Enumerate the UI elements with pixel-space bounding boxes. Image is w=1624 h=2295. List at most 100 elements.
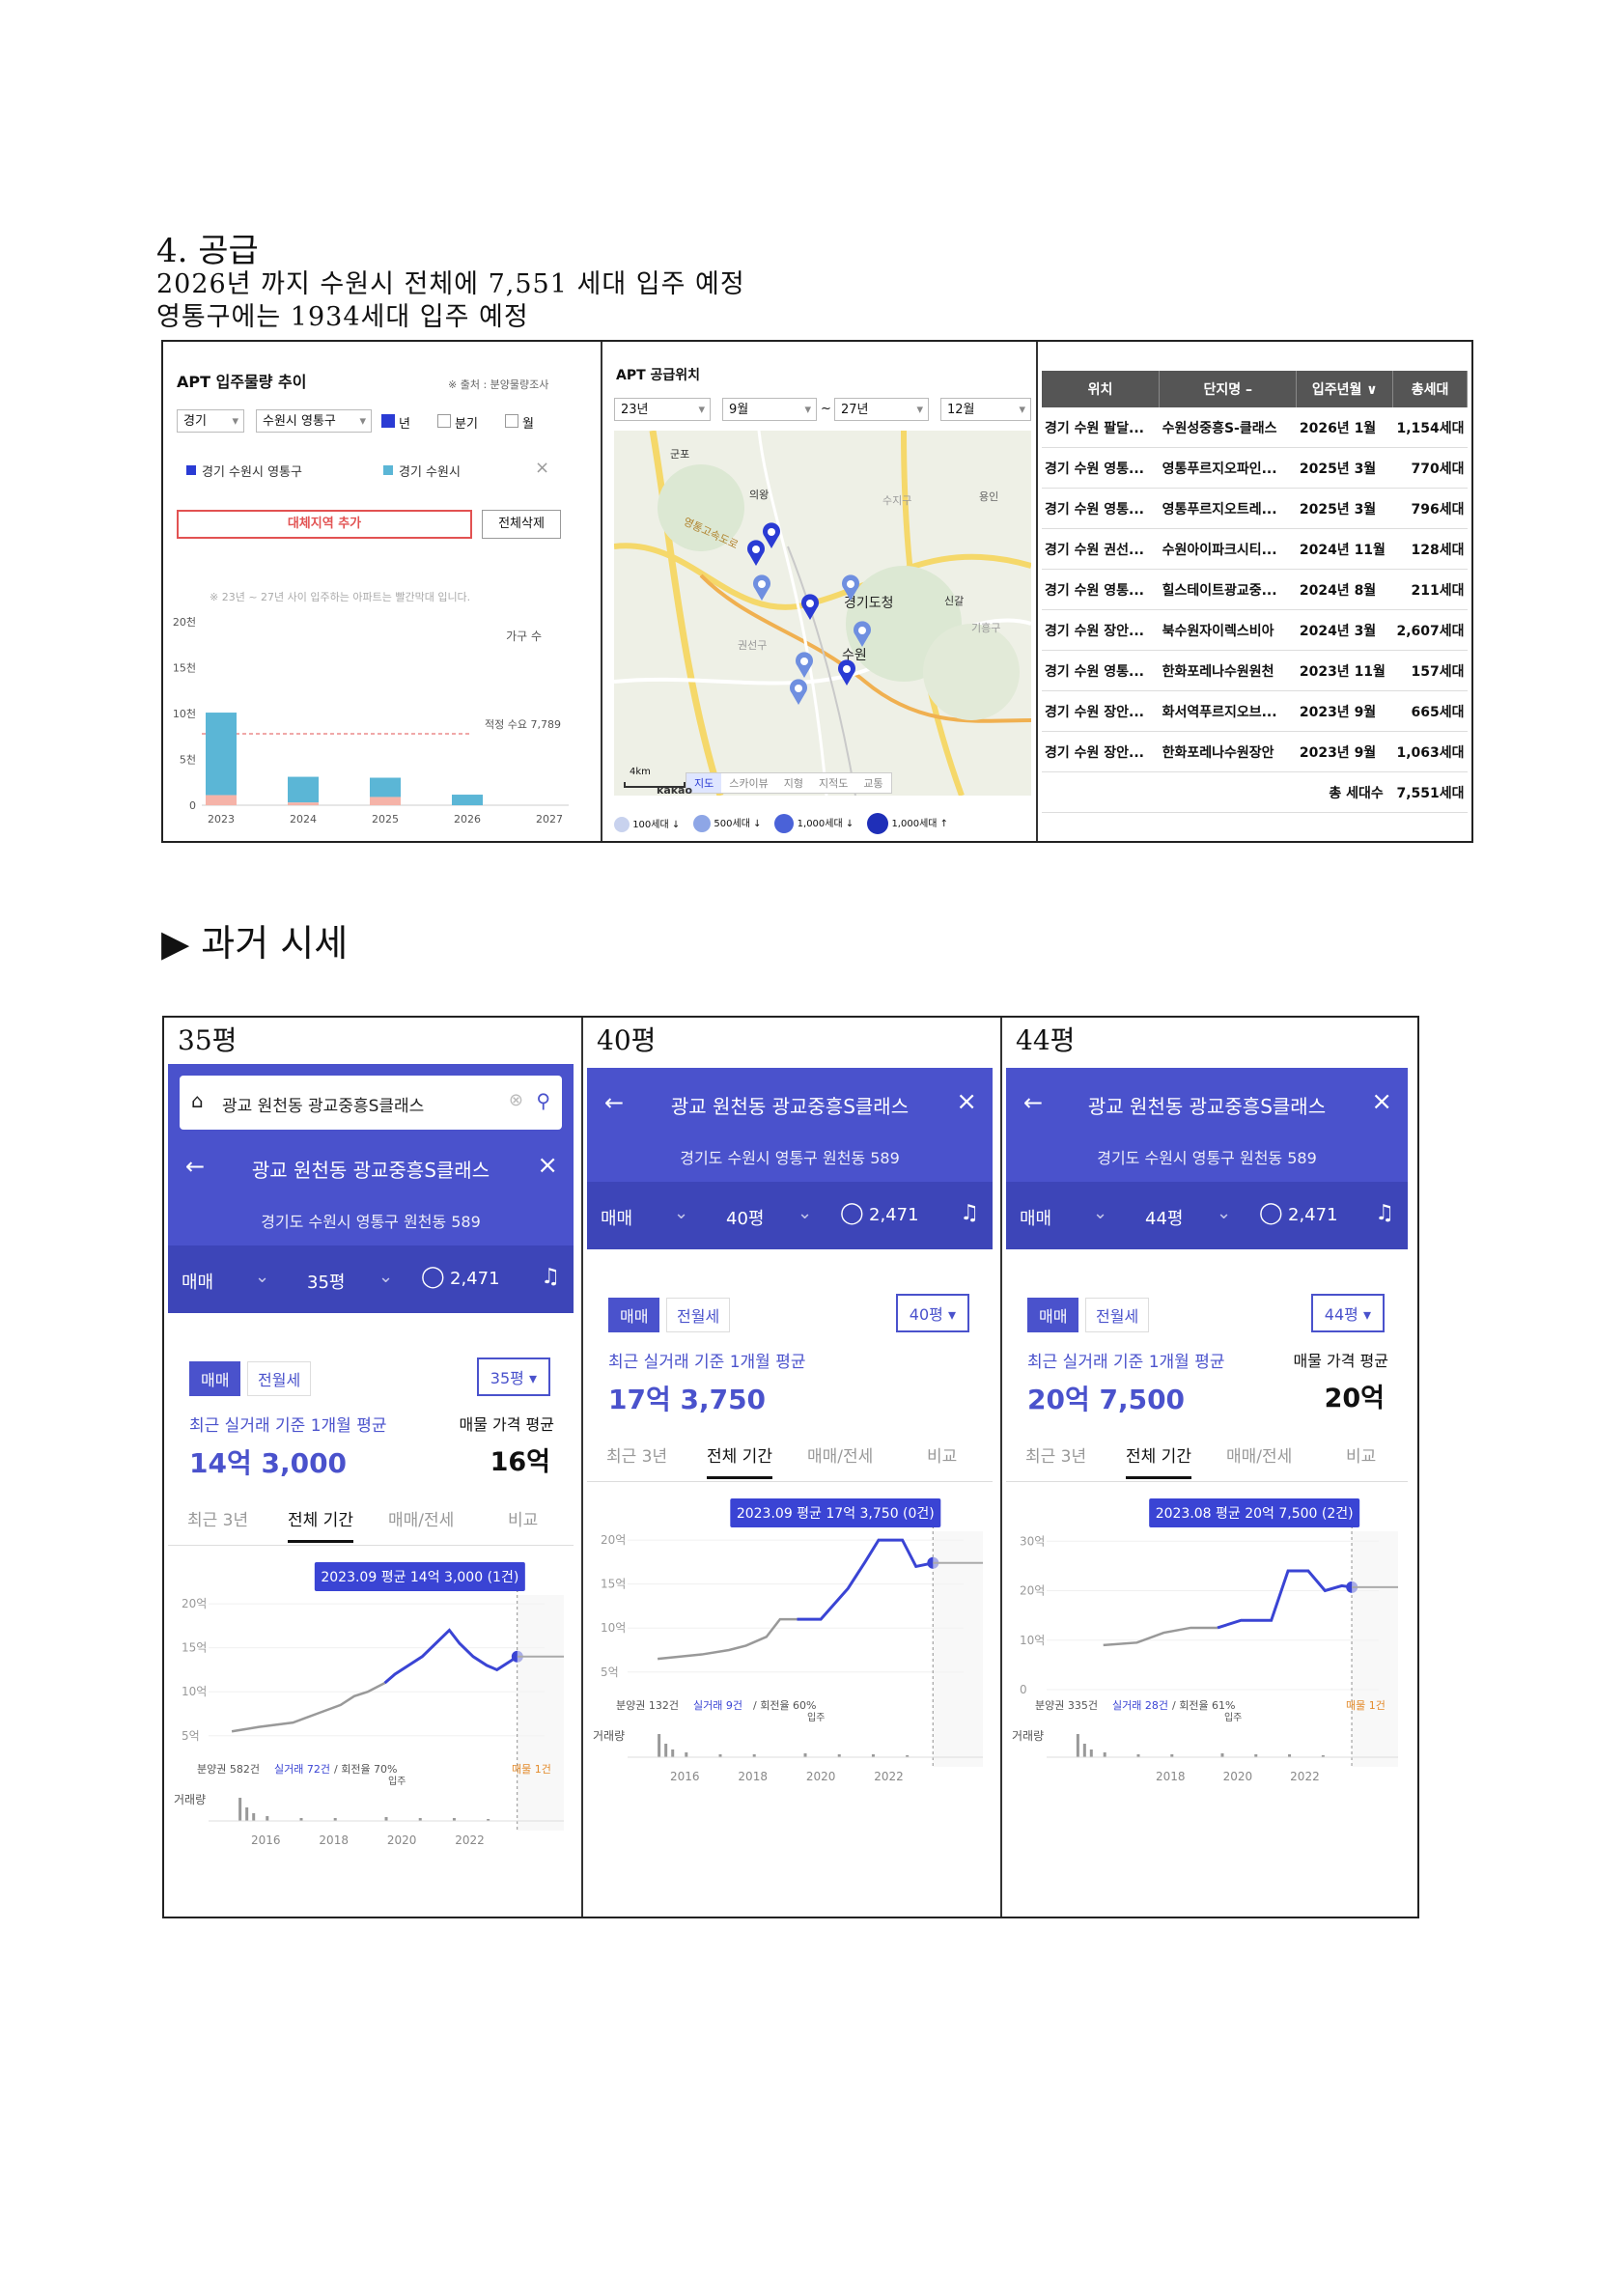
- header-units[interactable]: 총세대: [1392, 371, 1468, 407]
- table-row[interactable]: 경기 수원 영통... 한화포레나수원원천 2023년 11월 157세대: [1042, 650, 1468, 691]
- x-tick-label: 2016: [670, 1770, 700, 1783]
- map-marker-8[interactable]: [834, 658, 859, 691]
- header-movein[interactable]: 입주년월 ∨: [1296, 371, 1394, 407]
- bar-suwon[interactable]: [206, 713, 237, 796]
- table-row[interactable]: 경기 수원 팔달... 수원성중흥S-클래스 2026년 1월 1,154세대: [1042, 407, 1468, 448]
- add-region-button[interactable]: 대체지역 추가: [177, 510, 472, 539]
- close-icon[interactable]: ×: [956, 1087, 977, 1116]
- tooltip-text: 2023.08 평균 20억 7,500 (2건): [1156, 1506, 1354, 1522]
- tab-rent[interactable]: 전월세: [1085, 1298, 1150, 1332]
- footer-actual-link[interactable]: 실거래 9건: [693, 1699, 742, 1712]
- bar-yeongtong[interactable]: [206, 795, 237, 805]
- size-select[interactable]: 40평: [726, 1205, 764, 1230]
- period-tab[interactable]: 비교: [927, 1442, 957, 1467]
- map-view[interactable]: 군포 의왕 수지구 경기도청 수원 권선구 신갈 기흥구 용인 영통고속도로 지…: [614, 431, 1031, 796]
- size-select[interactable]: 44평: [1145, 1205, 1183, 1230]
- region-select-1[interactable]: 경기: [177, 409, 244, 434]
- size-pill[interactable]: 40평 ▾: [895, 1294, 969, 1332]
- size-select[interactable]: 35평: [307, 1269, 345, 1294]
- size-pill[interactable]: 44평 ▾: [1310, 1294, 1385, 1332]
- map-tab-cadastral[interactable]: 지적도: [811, 773, 855, 793]
- trade-type-select[interactable]: 매매: [1020, 1205, 1051, 1230]
- period-year-checkbox[interactable]: [381, 414, 395, 428]
- period-month-checkbox[interactable]: [505, 414, 518, 428]
- price-line-presale: [658, 1617, 798, 1661]
- tab-rent[interactable]: 전월세: [247, 1361, 312, 1396]
- clear-icon[interactable]: ⊗: [509, 1090, 523, 1110]
- footer-actual-link[interactable]: 실거래 72건: [274, 1763, 330, 1776]
- bar-yeongtong[interactable]: [370, 797, 401, 805]
- header-complex[interactable]: 단지명 –: [1159, 371, 1298, 407]
- region-select-2[interactable]: 수원시 영통구: [256, 409, 372, 434]
- close-icon[interactable]: ×: [537, 1151, 558, 1180]
- period-tab[interactable]: 비교: [508, 1506, 538, 1530]
- table-row[interactable]: 경기 수원 장안... 북수원자이렉스비아 2024년 3월 2,607세대: [1042, 609, 1468, 651]
- trade-type-select[interactable]: 매매: [182, 1269, 213, 1294]
- bar-yeongtong[interactable]: [288, 802, 319, 805]
- search-input[interactable]: 광교 원천동 광교중흥S클래스: [222, 1092, 424, 1116]
- move-in-label: 입주: [388, 1775, 406, 1787]
- table-row[interactable]: 경기 수원 장안... 화서역푸르지오브... 2023년 9월 665세대: [1042, 690, 1468, 732]
- period-tab[interactable]: 전체 기간: [1126, 1442, 1191, 1479]
- comment-icon[interactable]: ◯: [421, 1265, 445, 1289]
- size-pill[interactable]: 35평 ▾: [476, 1357, 550, 1396]
- from-month-select[interactable]: 9월: [722, 398, 817, 422]
- map-tab-skyview[interactable]: 스카이뷰: [721, 773, 775, 793]
- bell-icon[interactable]: ♫: [960, 1201, 979, 1225]
- bell-icon[interactable]: ♫: [541, 1265, 560, 1289]
- app-header: ← 광교 원천동 광교중흥S클래스 × 경기도 수원시 영통구 원천동 589 매매 ⌄ 4…: [587, 1068, 993, 1249]
- tab-sale[interactable]: 매매: [608, 1298, 660, 1332]
- period-tab[interactable]: 전체 기간: [288, 1506, 353, 1543]
- volume-label: 거래량: [174, 1793, 206, 1806]
- size-pill-label: 44평: [1324, 1305, 1358, 1324]
- table-row[interactable]: 경기 수원 영통... 힐스테이트광교중... 2024년 8월 211세대: [1042, 569, 1468, 610]
- period-quarter-checkbox[interactable]: [437, 414, 451, 428]
- bar-suwon[interactable]: [288, 776, 319, 803]
- tab-rent[interactable]: 전월세: [666, 1298, 731, 1332]
- tab-sale[interactable]: 매매: [1027, 1298, 1079, 1332]
- close-icon[interactable]: ×: [1371, 1087, 1392, 1116]
- from-year-select[interactable]: 23년: [614, 398, 711, 422]
- footer-actual-link[interactable]: 실거래 28건: [1112, 1699, 1168, 1712]
- table-row[interactable]: 경기 수원 장안... 한화포레나수원장안 2023년 9월 1,063세대: [1042, 731, 1468, 772]
- map-tab-traffic[interactable]: 교통: [855, 773, 890, 793]
- map-marker-5[interactable]: [838, 574, 863, 606]
- table-row[interactable]: 경기 수원 권선... 수원아이파크시티... 2024년 11월 128세대: [1042, 528, 1468, 570]
- bar-suwon[interactable]: [370, 777, 401, 798]
- x-tick-label: 2018: [738, 1770, 768, 1783]
- table-row[interactable]: 경기 수원 영통... 영통푸르지오파인... 2025년 3월 770세대: [1042, 447, 1468, 489]
- table-row[interactable]: 경기 수원 영통... 영통푸르지오트레... 2025년 3월 796세대: [1042, 488, 1468, 529]
- period-tab[interactable]: 매매/전세: [388, 1506, 454, 1530]
- home-icon[interactable]: ⌂: [191, 1089, 204, 1112]
- map-tab-terrain[interactable]: 지형: [776, 773, 811, 793]
- period-tab[interactable]: 매매/전세: [1226, 1442, 1292, 1467]
- comment-icon[interactable]: ◯: [1259, 1201, 1283, 1225]
- period-tab[interactable]: 매매/전세: [807, 1442, 873, 1467]
- period-tab[interactable]: 최근 3년: [187, 1506, 248, 1530]
- search-bar[interactable]: ⌂ 광교 원천동 광교중흥S클래스 ⊗ ⚲: [180, 1076, 562, 1130]
- tab-sale[interactable]: 매매: [189, 1361, 241, 1396]
- bell-icon[interactable]: ♫: [1375, 1201, 1394, 1225]
- map-label-uiwang: 의왕: [749, 489, 770, 501]
- comment-icon[interactable]: ◯: [840, 1201, 864, 1225]
- avg-price: 17억 3,750: [608, 1384, 767, 1415]
- tooltip-text: 2023.09 평균 14억 3,000 (1건): [321, 1570, 518, 1585]
- search-icon[interactable]: ⚲: [536, 1089, 550, 1112]
- to-year-select[interactable]: 27년: [834, 398, 929, 422]
- period-tab[interactable]: 비교: [1346, 1442, 1376, 1467]
- price-line-actual: [797, 1538, 934, 1621]
- delete-all-button[interactable]: 전체삭제: [482, 510, 561, 539]
- bar-suwon[interactable]: [452, 795, 483, 805]
- header-location[interactable]: 위치: [1042, 371, 1161, 407]
- to-month-select[interactable]: 12월: [940, 398, 1031, 422]
- period-tab[interactable]: 최근 3년: [1025, 1442, 1086, 1467]
- trade-type-select[interactable]: 매매: [601, 1205, 632, 1230]
- map-marker-6[interactable]: [850, 620, 875, 653]
- map-marker-9[interactable]: [786, 678, 811, 711]
- legend-close-icon[interactable]: ×: [535, 458, 549, 478]
- map-marker-3[interactable]: [749, 574, 774, 606]
- map-marker-4[interactable]: [798, 593, 823, 626]
- map-marker-2[interactable]: [743, 539, 769, 572]
- period-tab[interactable]: 전체 기간: [707, 1442, 772, 1479]
- period-tab[interactable]: 최근 3년: [606, 1442, 667, 1467]
